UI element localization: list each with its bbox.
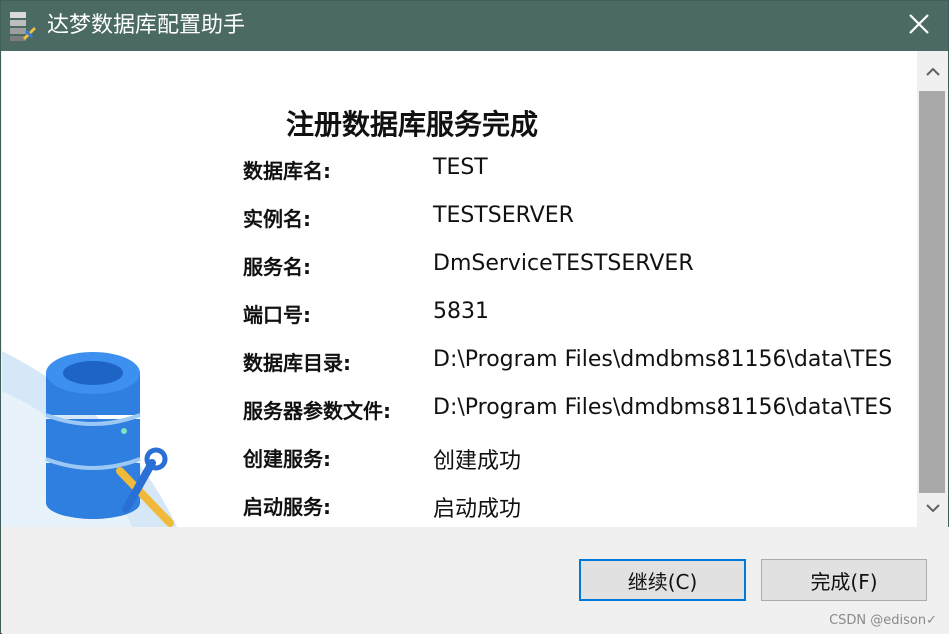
content-panel: 注册数据库服务完成 数据库名: TEST 实例名: TESTSERVER 服务名… — [2, 51, 917, 527]
info-label: 服务器参数文件: — [243, 399, 391, 423]
scrollbar-thumb[interactable] — [919, 91, 945, 493]
info-label: 创建服务: — [243, 447, 331, 471]
info-label: 服务名: — [243, 255, 311, 279]
database-tools-icon — [2, 351, 182, 527]
completion-heading: 注册数据库服务完成 — [286, 108, 539, 141]
info-value: 创建成功 — [433, 449, 522, 474]
info-value: 5831 — [433, 299, 489, 324]
chevron-down-icon — [925, 499, 940, 518]
info-value: TESTSERVER — [433, 203, 574, 228]
info-label: 实例名: — [243, 207, 311, 231]
scroll-down-button[interactable] — [917, 489, 948, 527]
info-label: 端口号: — [243, 303, 311, 327]
title-bar: 达梦数据库配置助手 — [1, 1, 948, 51]
vertical-scrollbar[interactable] — [917, 51, 948, 527]
finish-button[interactable]: 完成(F) — [761, 559, 927, 601]
info-label: 数据库名: — [243, 159, 331, 183]
dialog-window: 达梦数据库配置助手 注册数据库服务完成 数据库名: TEST 实例名: TEST… — [0, 0, 949, 634]
info-value: 启动成功 — [433, 497, 522, 522]
close-icon — [908, 13, 930, 39]
watermark-text: CSDN @edison✓ — [829, 613, 937, 628]
scroll-up-button[interactable] — [917, 51, 948, 89]
close-button[interactable] — [890, 1, 948, 51]
window-title: 达梦数据库配置助手 — [47, 13, 246, 38]
chevron-up-icon — [925, 61, 940, 80]
info-label: 启动服务: — [243, 495, 331, 519]
info-value: D:\Program Files\dmdbms81156\data\TES — [433, 347, 893, 372]
info-value: DmServiceTESTSERVER — [433, 251, 694, 276]
info-value: TEST — [433, 155, 488, 180]
info-value: D:\Program Files\dmdbms81156\data\TES — [433, 395, 893, 420]
info-label: 数据库目录: — [243, 351, 351, 375]
database-config-app-icon — [9, 10, 37, 42]
button-bar: 继续(C) 完成(F) CSDN @edison✓ — [2, 527, 949, 634]
continue-button[interactable]: 继续(C) — [579, 559, 746, 601]
